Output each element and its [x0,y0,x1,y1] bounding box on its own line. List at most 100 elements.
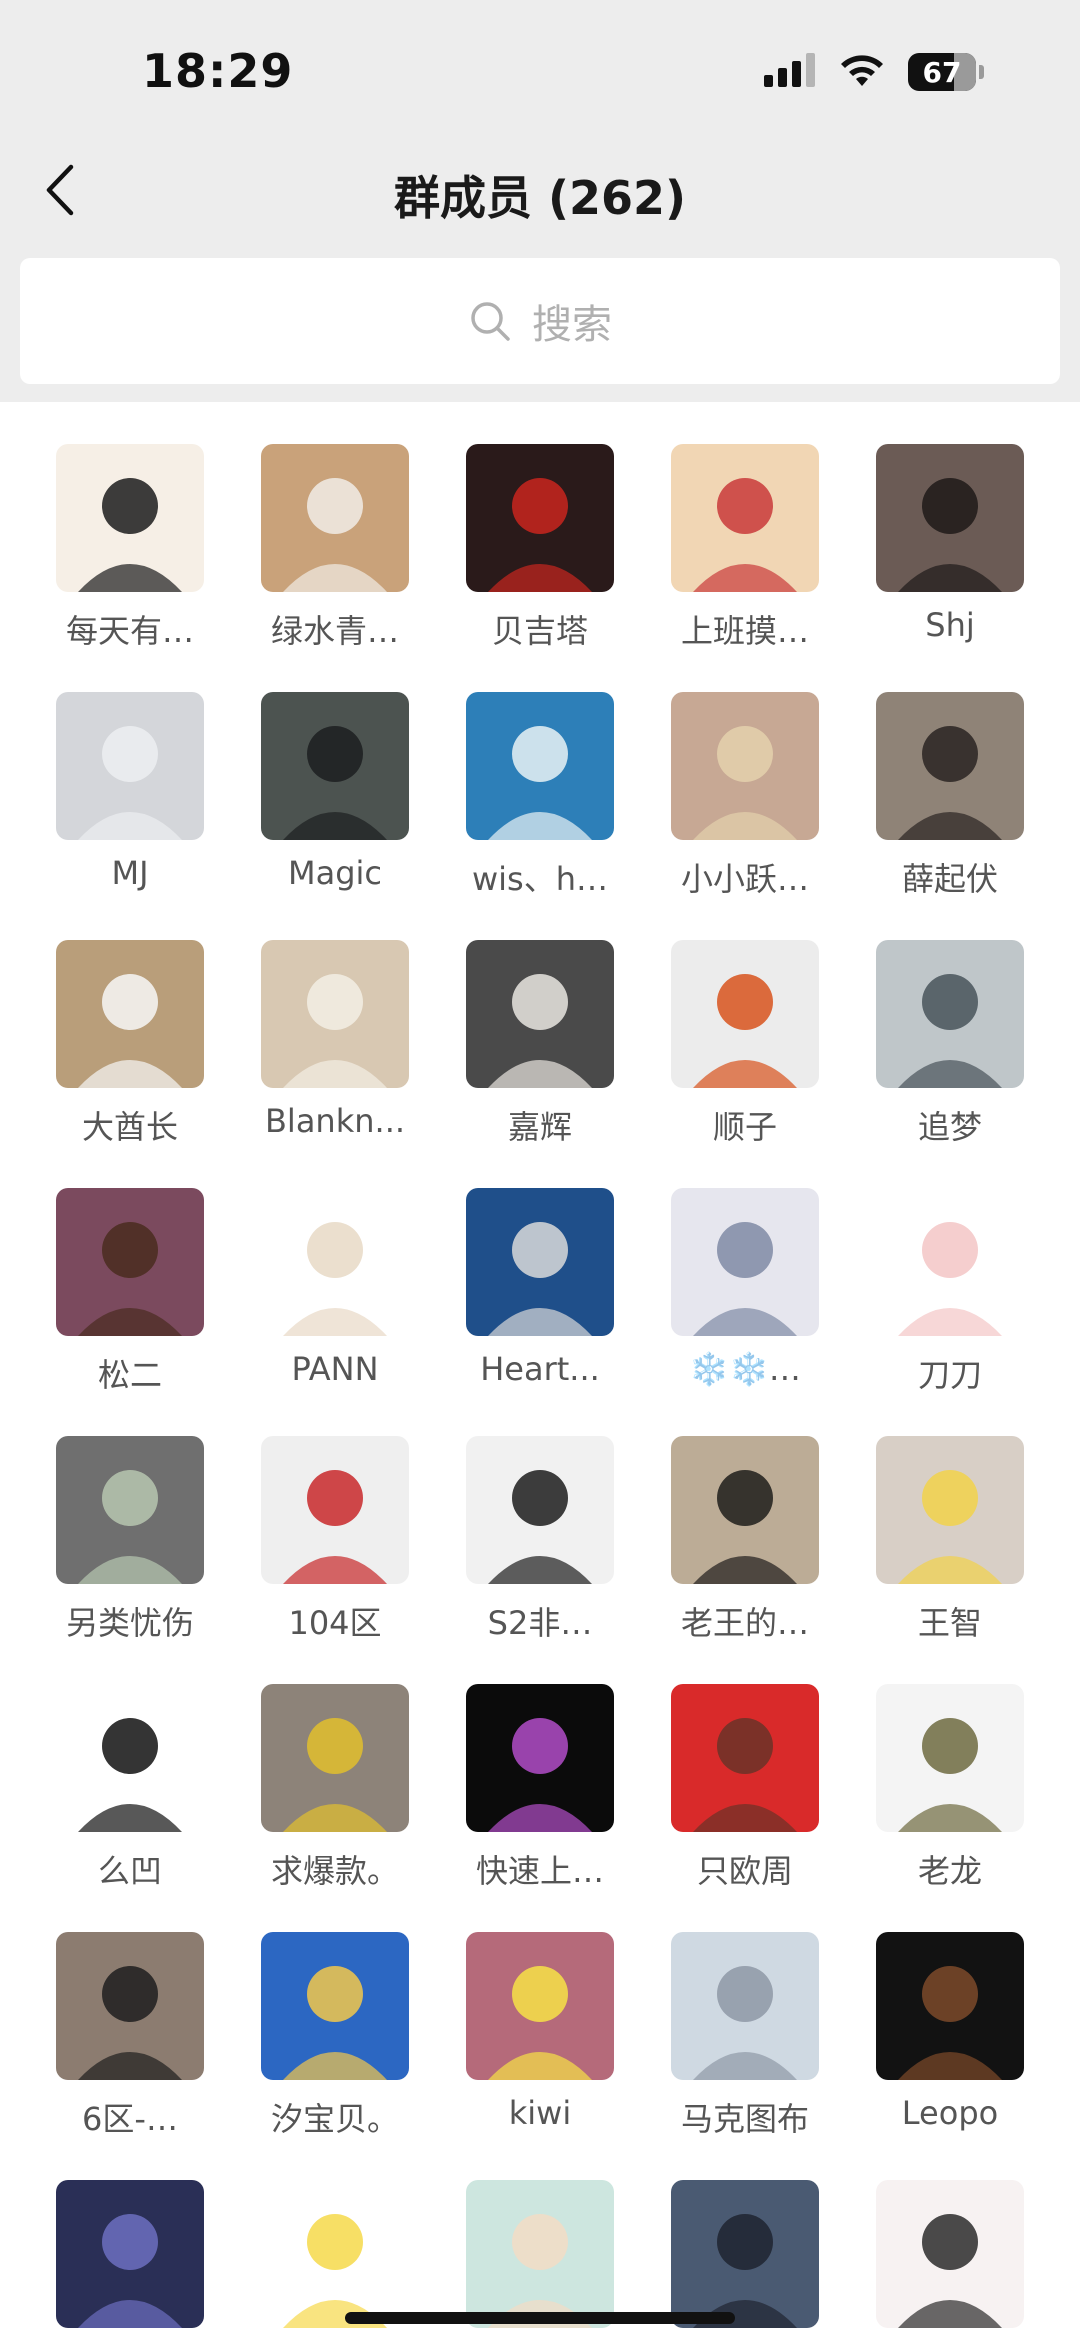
member-avatar [56,1188,204,1336]
member-avatar [56,1684,204,1832]
member-name: kiwi [508,2094,572,2132]
member-item[interactable]: 松二 [56,1188,204,1436]
member-avatar [261,444,409,592]
member-item[interactable]: Heart... [466,1188,614,1436]
member-item[interactable]: 绿水青… [261,444,409,692]
member-name: 快速上… [475,1852,604,1890]
member-item[interactable]: Leopo [876,1932,1024,2180]
member-avatar [261,1932,409,2080]
member-avatar [261,940,409,1088]
member-item[interactable]: 6区-… [56,1932,204,2180]
home-indicator[interactable] [345,2312,735,2324]
wifi-icon [838,52,886,92]
member-name: MJ [111,854,149,892]
search-input[interactable]: 搜索 [20,258,1060,384]
member-item[interactable]: 104区 [261,1436,409,1684]
member-item[interactable]: Blankn... [261,940,409,1188]
member-avatar [671,940,819,1088]
member-item[interactable]: 贝吉塔 [466,444,614,692]
status-time: 18:29 [142,44,294,98]
member-item[interactable]: 快速上… [466,1684,614,1932]
member-avatar [671,1188,819,1336]
member-item[interactable]: 小小跃… [671,692,819,940]
member-avatar [876,940,1024,1088]
member-name: 顺子 [712,1108,777,1146]
member-name: 另类忧伤 [65,1604,194,1642]
member-avatar [466,692,614,840]
search-icon [471,302,510,341]
member-name: 求爆款。 [270,1852,399,1890]
member-item[interactable]: 王智 [876,1436,1024,1684]
member-item[interactable]: 只欧周 [671,1684,819,1932]
member-avatar [56,692,204,840]
member-avatar [876,692,1024,840]
cellular-signal-icon [764,53,816,91]
member-item[interactable]: 追梦 [876,940,1024,1188]
member-item[interactable]: 上班摸… [671,444,819,692]
member-grid: 每天有… 绿水青… 贝吉塔 上班摸… Shj MJ Magic wis、h… 小小跃… 薛起伏大酋… [56,444,1024,2341]
member-item[interactable]: wis、h… [466,692,614,940]
member-avatar [671,2180,819,2328]
member-item[interactable]: PANN [261,1188,409,1436]
member-item[interactable]: 刀刀 [876,1188,1024,1436]
member-item[interactable]: 薛起伏 [876,692,1024,940]
member-item[interactable]: 老王的… [671,1436,819,1684]
member-avatar [876,2180,1024,2328]
member-item[interactable]: 马克图布 [671,1932,819,2180]
member-item[interactable] [876,2180,1024,2341]
member-avatar [876,1932,1024,2080]
member-item[interactable]: Shj [876,444,1024,692]
member-item[interactable]: S2非… [466,1436,614,1684]
member-name: 老王的… [680,1604,809,1642]
member-name: 6区-… [82,2100,178,2138]
member-avatar [466,940,614,1088]
status-bar: 18:29 67 [0,0,1080,140]
member-name: 104区 [288,1604,382,1642]
page-title: 群成员 (262) [393,171,687,225]
member-item[interactable]: 汐宝贝。 [261,1932,409,2180]
member-item[interactable]: 另类忧伤 [56,1436,204,1684]
member-avatar [876,1684,1024,1832]
member-avatar [56,940,204,1088]
member-avatar [261,1188,409,1336]
member-name: 老龙 [917,1852,982,1890]
member-name: PANN [291,1350,379,1388]
member-item[interactable]: Magic [261,692,409,940]
search-section: 搜索 [0,240,1080,402]
member-name: wis、h… [471,860,609,898]
member-item[interactable]: 求爆款。 [261,1684,409,1932]
member-avatar [261,1684,409,1832]
member-item[interactable]: 么凹 [56,1684,204,1932]
member-item[interactable]: 顺子 [671,940,819,1188]
member-item[interactable]: 大酋长 [56,940,204,1188]
member-item[interactable]: kiwi [466,1932,614,2180]
member-item[interactable]: 每天有… [56,444,204,692]
member-item[interactable]: 老龙 [876,1684,1024,1932]
member-name: 嘉辉 [507,1108,572,1146]
member-name: ❄️❄️… [689,1350,801,1388]
member-avatar [671,692,819,840]
member-avatar [876,1436,1024,1584]
member-name: 贝吉塔 [491,612,588,650]
member-avatar [671,1684,819,1832]
member-name: 刀刀 [917,1356,982,1394]
member-avatar [466,444,614,592]
member-item[interactable]: MJ [56,692,204,940]
member-avatar [671,1932,819,2080]
member-avatar [671,1436,819,1584]
member-name: 上班摸… [680,612,809,650]
member-avatar [261,1436,409,1584]
member-list: 每天有… 绿水青… 贝吉塔 上班摸… Shj MJ Magic wis、h… 小小跃… 薛起伏大酋… [0,402,1080,2341]
member-name: 小小跃… [680,860,809,898]
member-item[interactable]: ❄️❄️… [671,1188,819,1436]
member-name: 只欧周 [696,1852,793,1890]
member-name: S2非… [487,1604,593,1642]
member-avatar [466,1684,614,1832]
member-item[interactable] [56,2180,204,2341]
member-item[interactable]: 嘉辉 [466,940,614,1188]
nav-bar: 群成员 (262) [0,140,1080,240]
member-avatar [876,444,1024,592]
member-name: 追梦 [917,1108,982,1146]
member-name: 汐宝贝。 [270,2100,399,2138]
member-avatar [466,1932,614,2080]
